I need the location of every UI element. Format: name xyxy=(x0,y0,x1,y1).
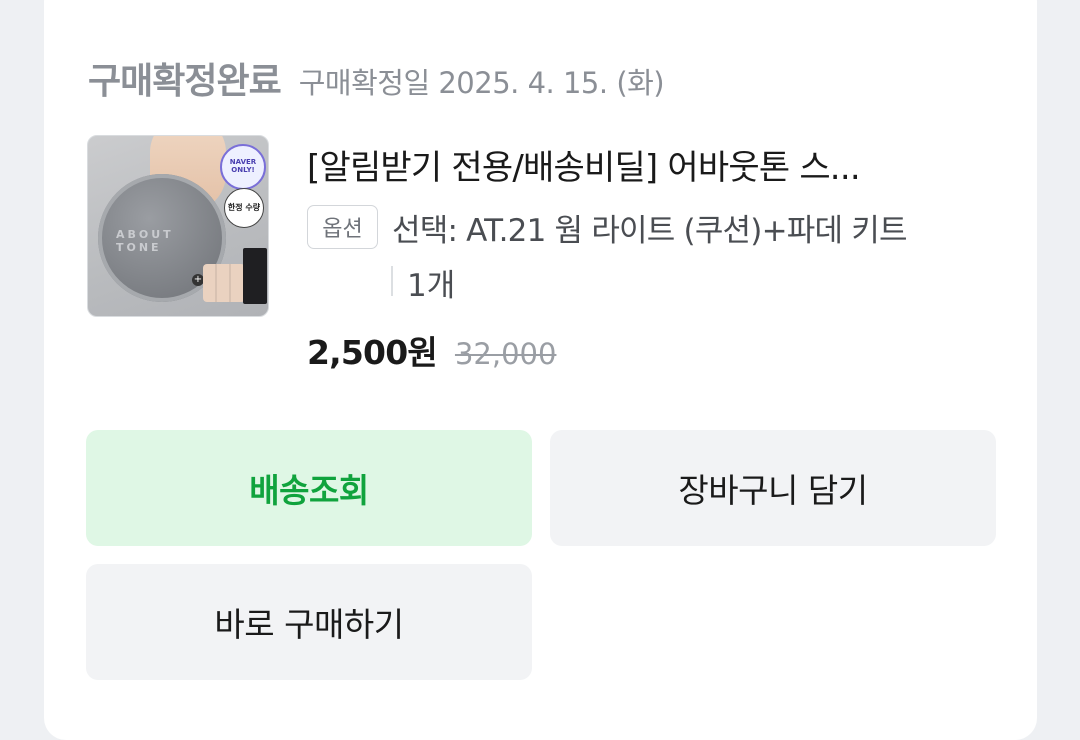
foundation-tubes-graphic xyxy=(203,264,245,302)
naver-only-badge: NAVER ONLY! xyxy=(220,144,266,190)
quantity: 1개 xyxy=(407,268,456,304)
track-delivery-button[interactable]: 배송조회 xyxy=(86,430,532,546)
product-title[interactable]: [알림받기 전용/배송비딜] 어바웃톤 스... xyxy=(307,140,861,189)
option-badge: 옵션 xyxy=(307,205,378,249)
divider xyxy=(391,266,393,296)
order-status-row: 구매확정완료 구매확정일 2025. 4. 15. (화) xyxy=(88,52,665,104)
sale-price: 2,500원 xyxy=(307,333,438,372)
buy-now-button[interactable]: 바로 구매하기 xyxy=(86,564,532,680)
option-value: 선택: AT.21 웜 라이트 (쿠션)+파데 키트 xyxy=(392,213,907,249)
confirm-date: 구매확정일 2025. 4. 15. (화) xyxy=(298,66,665,100)
order-status: 구매확정완료 xyxy=(88,61,282,102)
original-price: 32,000 xyxy=(454,337,557,371)
price-row: 2,500원 32,000 xyxy=(307,326,556,374)
limited-quantity-badge: 한정 수량 xyxy=(224,188,264,228)
kit-box-graphic xyxy=(243,248,267,304)
brand-text: ABOUT TONE xyxy=(116,228,174,254)
product-thumbnail[interactable]: ABOUT TONE NAVER ONLY! 한정 수량 + xyxy=(87,135,269,317)
add-to-cart-button[interactable]: 장바구니 담기 xyxy=(550,430,996,546)
